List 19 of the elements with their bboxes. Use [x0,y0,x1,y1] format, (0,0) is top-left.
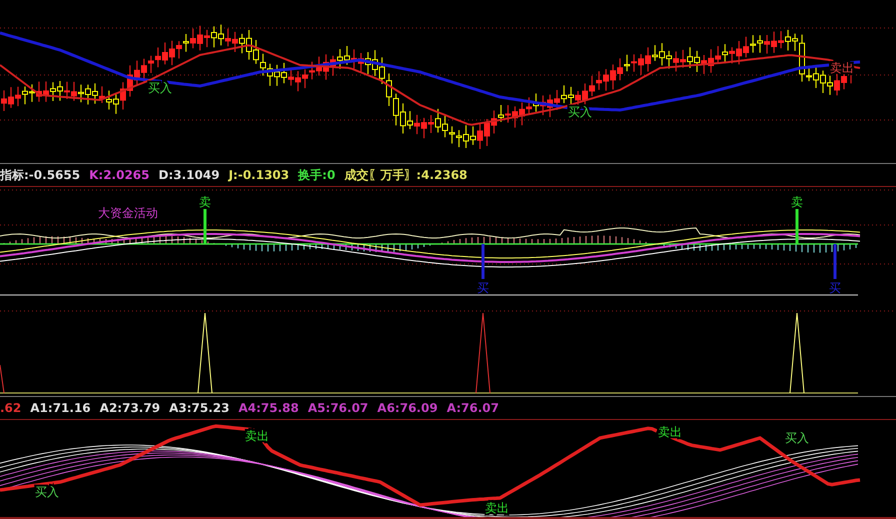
average-value: A:76.07 [446,401,499,415]
panel-title: 大资金活动 [98,206,158,220]
average-value: A3:75.23 [169,401,230,415]
indicator-value: J:-0.1303 [228,168,290,182]
buy-signal-label: 买入 [148,81,172,95]
buy-signal-label: 买入 [35,485,59,499]
indicator-value: K:2.0265 [89,168,150,182]
indicator-value: 成交〖万手〗:4.2368 [344,168,468,182]
sell-signal-label: 卖出 [485,501,509,515]
average-value: A4:75.88 [238,401,299,415]
average-value: A1:71.16 [30,401,91,415]
indicator-value: D:3.1049 [158,168,220,182]
indicator-value: 指标:-0.5655 [0,168,80,182]
average-value: .62 [0,401,22,415]
average-value: A5:76.07 [308,401,368,415]
average-value: A6:76.09 [377,401,438,415]
average-value: A2:73.79 [100,401,160,415]
indicator-value: 换手:0 [298,168,336,182]
buy-signal-label: 买入 [785,431,809,445]
